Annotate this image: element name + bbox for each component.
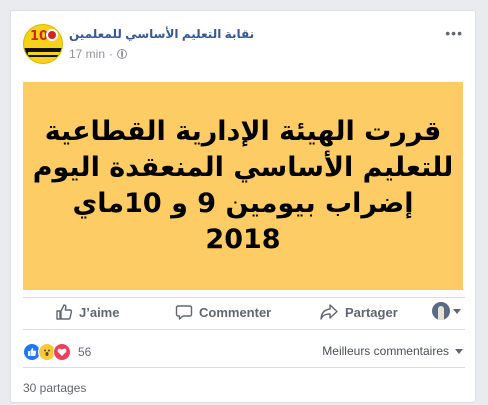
post-image[interactable]: قررت الهيئة الإدارية القطاعية للتعليم ال… (23, 82, 463, 290)
page-name-link[interactable]: نقابة التعليم الأساسي للمعلمين (69, 27, 254, 41)
avatar-logo-ring (46, 29, 58, 41)
globe-icon[interactable] (117, 49, 128, 59)
shares-count-link[interactable]: 30 partages (23, 381, 86, 395)
image-text-line: 2018 (205, 224, 281, 255)
reactions-summary[interactable]: 56 (23, 343, 91, 361)
like-label: J’aime (79, 304, 120, 320)
share-label: Partager (345, 304, 398, 320)
chevron-down-icon (455, 348, 463, 354)
avatar-logo-band-stripe (28, 52, 60, 55)
post-as-selector[interactable] (432, 302, 461, 320)
image-text-line: قررت الهيئة الإدارية القطاعية (44, 116, 442, 147)
comment-label: Commenter (199, 304, 272, 320)
chevron-down-icon (453, 308, 461, 314)
share-button[interactable]: Partager (319, 303, 398, 321)
divider (23, 329, 465, 330)
post-timestamp[interactable]: 17 min (69, 47, 105, 61)
image-text-line: إضراب بيومين 9 و 10ماي (72, 188, 414, 219)
divider (23, 367, 465, 368)
meta-separator: · (109, 47, 114, 61)
user-avatar (432, 302, 450, 320)
action-bar: J’aime Commenter Partager (23, 298, 465, 326)
comment-sort-dropdown[interactable]: Meilleurs commentaires (322, 344, 463, 358)
reaction-count: 56 (78, 345, 92, 359)
page-avatar[interactable]: 10 (23, 24, 63, 64)
post-card: 10 نقابة التعليم الأساسي للمعلمين 17 min… (10, 10, 476, 403)
like-button[interactable]: J’aime (55, 303, 119, 321)
comment-button[interactable]: Commenter (175, 303, 271, 321)
love-reaction-icon (53, 343, 71, 361)
more-options-button[interactable]: ••• (445, 25, 463, 41)
share-arrow-icon (320, 304, 338, 320)
comment-bubble-icon (175, 305, 193, 320)
thumbs-up-icon (56, 304, 73, 320)
post-meta: 17 min · (69, 47, 128, 61)
comment-sort-label: Meilleurs commentaires (322, 344, 449, 358)
image-text-line: للتعليم الأساسي المنعقدة اليوم (32, 152, 454, 183)
